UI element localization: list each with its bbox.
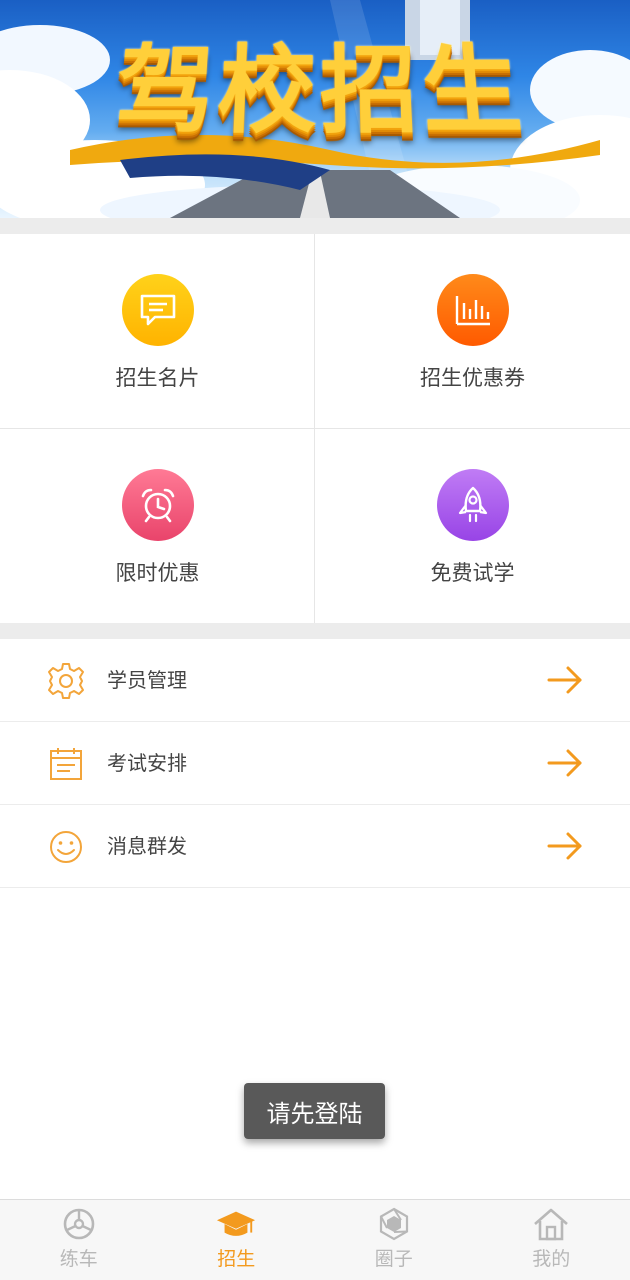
tab-enrollment[interactable]: 招生 xyxy=(158,1200,316,1280)
grid-item-label: 招生名片 xyxy=(115,366,200,390)
gear-icon xyxy=(46,661,86,701)
tab-label: 我的 xyxy=(532,1248,571,1270)
list-item-label: 考试安排 xyxy=(107,751,187,775)
section-divider xyxy=(0,218,630,234)
message-card-icon xyxy=(121,274,194,346)
banner-title: 驾校招生 xyxy=(109,35,531,148)
smiley-icon xyxy=(46,827,86,867)
feature-grid: 招生名片 招生优惠券 限时优惠 免费试学 xyxy=(0,234,630,623)
list-item-label: 消息群发 xyxy=(107,834,187,858)
management-list: 学员管理 考试安排 消息群发 xyxy=(0,639,630,888)
steering-wheel-icon xyxy=(59,1206,99,1242)
grid-item-limited-offer[interactable]: 限时优惠 xyxy=(0,429,315,623)
calendar-icon xyxy=(46,744,86,784)
list-item-broadcast-message[interactable]: 消息群发 xyxy=(0,805,630,888)
alarm-clock-icon xyxy=(121,469,194,541)
grid-item-coupon[interactable]: 招生优惠券 xyxy=(315,234,630,428)
grid-item-label: 招生优惠券 xyxy=(420,366,525,390)
list-item-student-management[interactable]: 学员管理 xyxy=(0,639,630,722)
bar-chart-icon xyxy=(436,274,509,346)
tab-label: 练车 xyxy=(59,1248,98,1270)
list-item-label: 学员管理 xyxy=(107,668,187,692)
graduation-cap-icon xyxy=(216,1206,256,1242)
grid-item-label: 限时优惠 xyxy=(115,561,200,585)
tab-practice[interactable]: 练车 xyxy=(0,1200,158,1280)
arrow-right-icon xyxy=(547,749,582,777)
section-divider xyxy=(0,623,630,639)
arrow-right-icon xyxy=(547,832,582,860)
rocket-icon xyxy=(436,469,509,541)
grid-item-free-trial[interactable]: 免费试学 xyxy=(315,429,630,623)
grid-item-label: 免费试学 xyxy=(430,561,515,585)
aperture-icon xyxy=(374,1206,414,1242)
tab-circle[interactable]: 圈子 xyxy=(315,1200,473,1280)
toast-message: 请先登陆 xyxy=(244,1083,385,1139)
tab-label: 招生 xyxy=(217,1248,256,1270)
arrow-right-icon xyxy=(547,666,582,694)
tab-mine[interactable]: 我的 xyxy=(473,1200,630,1280)
banner: 驾校招生 xyxy=(0,0,630,218)
grid-item-enrollment-card[interactable]: 招生名片 xyxy=(0,234,315,428)
tab-label: 圈子 xyxy=(374,1248,413,1270)
home-icon xyxy=(531,1206,571,1242)
bottom-tab-bar: 练车 招生 圈子 我的 xyxy=(0,1199,630,1280)
list-item-exam-schedule[interactable]: 考试安排 xyxy=(0,722,630,805)
